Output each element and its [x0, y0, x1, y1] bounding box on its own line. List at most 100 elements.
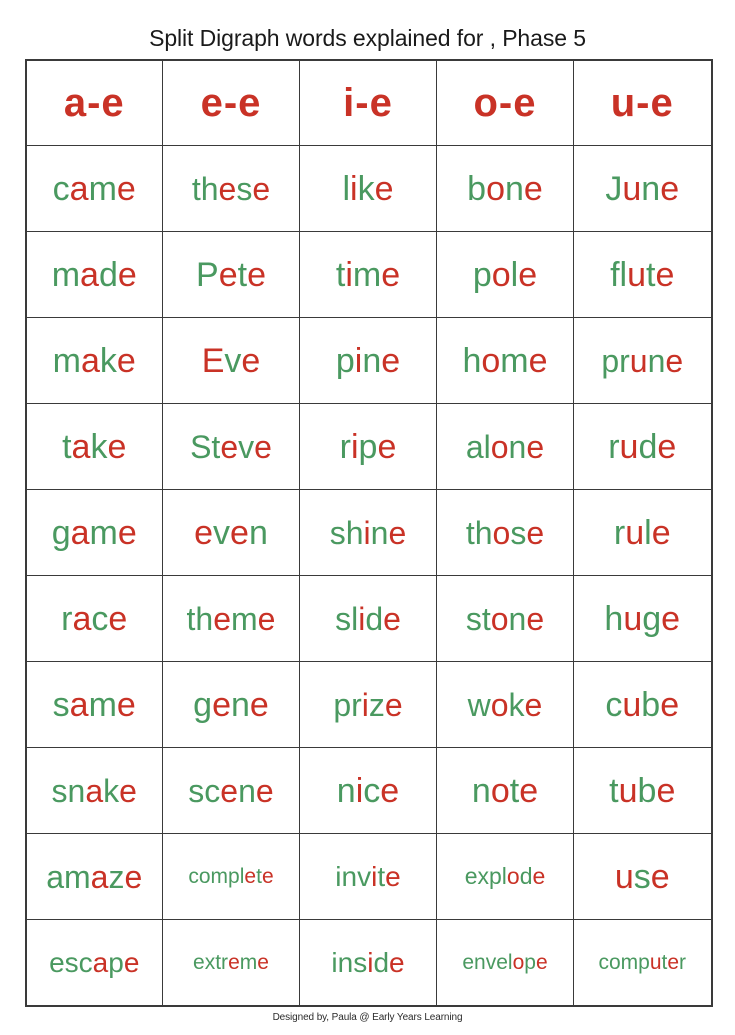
digraph-letter: e	[247, 255, 266, 294]
word-text: home	[462, 344, 547, 378]
plain-letter: s	[52, 685, 70, 724]
plain-letter: t	[62, 427, 72, 466]
plain-letter: m	[52, 341, 81, 380]
word-cell: home	[436, 317, 574, 405]
digraph-header-cell: a-e	[25, 59, 163, 147]
digraph-letter: o	[486, 169, 505, 208]
word-cell: take	[25, 403, 163, 491]
word-text: inside	[331, 948, 404, 977]
plain-letter: inv	[335, 860, 372, 892]
digraph-letter: a	[92, 946, 109, 978]
digraph-letter: u	[627, 255, 647, 294]
word-text: like	[342, 172, 393, 206]
plain-letter: esc	[49, 946, 93, 978]
word-text: extreme	[193, 952, 269, 973]
plain-letter: n	[248, 513, 268, 552]
plain-letter: h	[604, 599, 624, 638]
plain-letter: b	[637, 771, 657, 810]
word-row: same gene prize woke cube	[25, 661, 712, 749]
plain-letter: d	[98, 255, 118, 294]
digraph-letter: e	[218, 255, 238, 294]
plain-letter: k	[357, 169, 375, 208]
digraph-letter: i	[363, 514, 371, 551]
word-cell: tube	[573, 747, 712, 835]
plain-letter: t	[335, 255, 346, 294]
digraph-letter: a	[71, 427, 91, 466]
digraph-header-cell: e-e	[162, 59, 300, 147]
word-text: tube	[609, 774, 675, 808]
digraph-letter: u	[618, 771, 638, 810]
footer-credit: Designed by, Paula @ Early Years Learnin…	[272, 1012, 463, 1024]
digraph-letter: i	[361, 686, 369, 723]
plain-letter: p	[108, 946, 124, 978]
plain-letter: fl	[610, 255, 628, 294]
word-text: explode	[465, 864, 546, 888]
plain-letter: th	[186, 600, 214, 637]
plain-letter: am	[46, 858, 91, 895]
digraph-pattern: o-e	[473, 83, 536, 123]
word-text: use	[615, 860, 670, 894]
digraph-letter: e	[116, 341, 136, 380]
plain-letter: g	[642, 599, 662, 638]
word-row: make Eve pine home prune	[25, 317, 712, 405]
word-cell: ripe	[299, 403, 437, 491]
digraph-letter: e	[194, 513, 214, 552]
word-cell: rule	[573, 489, 712, 577]
plain-letter: r	[339, 427, 351, 466]
plain-letter: p	[358, 427, 378, 466]
plain-letter: compl	[188, 864, 245, 888]
plain-letter: l	[342, 169, 351, 208]
digraph-letter: e	[377, 427, 397, 466]
digraph-letter: e	[388, 514, 407, 551]
digraph-letter: u	[614, 857, 634, 896]
plain-letter: t	[377, 860, 386, 892]
digraph-letter: u	[623, 599, 643, 638]
plain-letter: m	[51, 255, 81, 294]
digraph-letter: a	[63, 81, 88, 126]
plain-letter: p	[335, 341, 355, 380]
plain-letter: k	[90, 427, 108, 466]
word-cell: game	[25, 489, 163, 577]
digraph-letter: e	[228, 950, 240, 974]
word-text: cube	[605, 688, 679, 722]
word-text: escape	[49, 946, 139, 978]
word-cell: woke	[436, 661, 574, 749]
word-cell: Steve	[162, 403, 300, 491]
digraph-letter: o	[481, 341, 501, 380]
digraph-letter: e	[526, 600, 545, 637]
digraph-letter: e	[117, 513, 137, 552]
plain-letter: g	[193, 685, 213, 724]
plain-letter: h	[462, 341, 482, 380]
digraph-letter: a	[69, 169, 89, 208]
digraph-letter: a	[69, 685, 89, 724]
plain-letter: comp	[598, 950, 650, 974]
word-cell: shine	[299, 489, 437, 577]
digraph-letter: e	[218, 170, 237, 207]
word-cell: snake	[25, 747, 163, 835]
digraph-letter: e	[667, 950, 680, 974]
word-cell: pole	[436, 231, 574, 319]
plain-letter: st	[465, 600, 491, 637]
plain-letter: m	[352, 255, 382, 294]
digraph-letter: e	[381, 255, 401, 294]
plain-letter: c	[91, 599, 109, 638]
digraph-letter: e	[651, 513, 671, 552]
plain-letter: w	[467, 686, 491, 723]
word-cell: same	[25, 661, 163, 749]
plain-letter: l	[644, 513, 652, 552]
digraph-letter: o	[490, 600, 509, 637]
digraph-letter: e	[661, 599, 681, 638]
digraph-letter: u	[629, 342, 648, 379]
word-cell: pine	[299, 317, 437, 405]
digraph-letter: a	[85, 772, 104, 809]
word-cell: came	[25, 145, 163, 233]
digraph-letter: u	[622, 169, 642, 208]
worksheet-page: Split Digraph words explained for , Phas…	[0, 0, 735, 1035]
digraph-letter: e	[369, 81, 393, 126]
digraph-letter: e	[519, 771, 539, 810]
word-row: amaze complete invite explode use	[25, 833, 712, 921]
digraph-letter: e	[119, 772, 137, 809]
plain-letter: k	[103, 772, 120, 809]
word-row: game even shine those rule	[25, 489, 712, 577]
plain-letter: n	[336, 771, 356, 810]
